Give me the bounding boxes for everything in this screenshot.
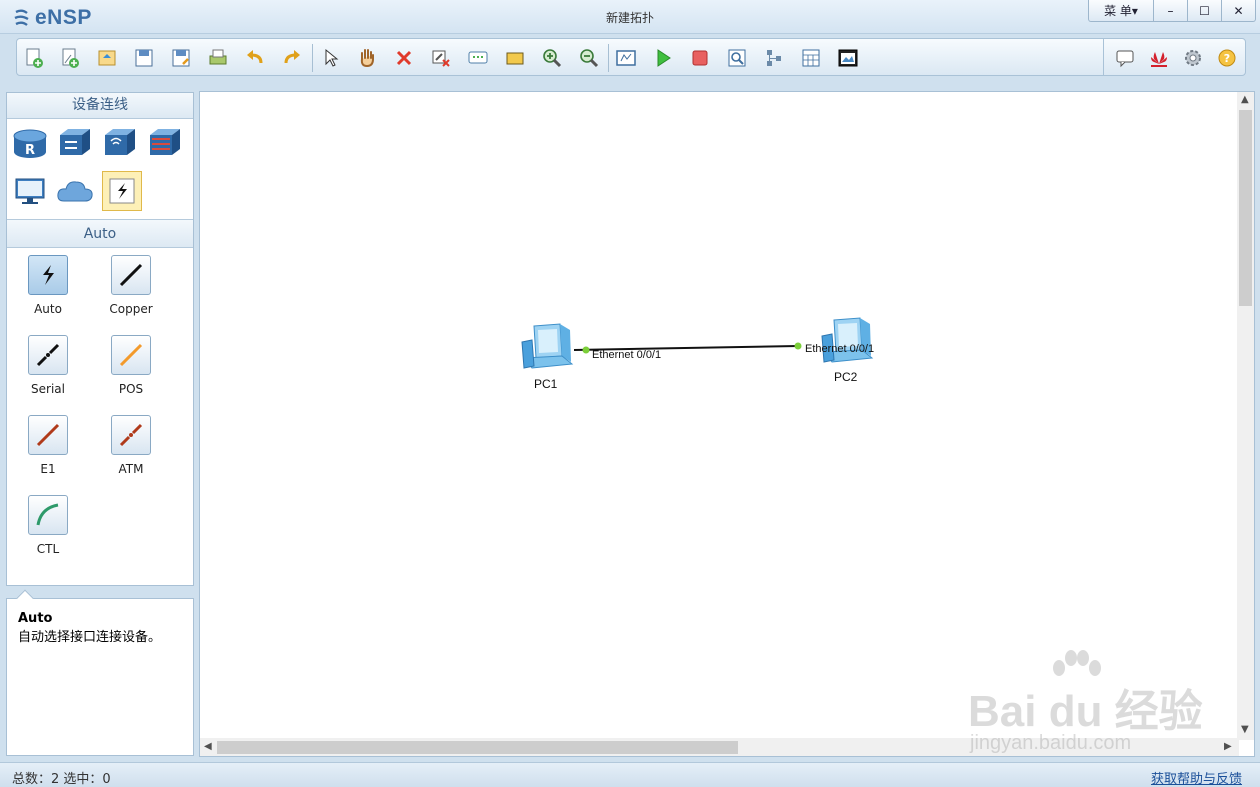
watermark-text: Bai du 经验: [968, 687, 1203, 736]
capture-icon[interactable]: [724, 45, 750, 71]
status-bar: 总数：2 选中：0 获取帮助与反馈: [0, 762, 1260, 787]
cable-label: E1: [40, 462, 56, 476]
scroll-up-icon[interactable]: ▲: [1241, 94, 1249, 105]
new-topology-icon[interactable]: [21, 45, 47, 71]
text-note-icon[interactable]: [465, 45, 491, 71]
e1-cable-icon: [28, 415, 68, 455]
cable-label: POS: [118, 382, 144, 396]
maximize-button[interactable]: ☐: [1188, 0, 1222, 22]
title-bar: eNSP 新建拓扑 菜 单▾ – ☐ ✕: [0, 0, 1260, 34]
select-icon[interactable]: [317, 45, 343, 71]
open-icon[interactable]: [94, 45, 120, 71]
scroll-down-icon[interactable]: ▼: [1241, 724, 1249, 735]
switch-icon[interactable]: [55, 123, 95, 163]
zoom-in-icon[interactable]: [539, 45, 565, 71]
help-feedback-link[interactable]: 获取帮助与反馈: [1151, 768, 1242, 787]
print-icon[interactable]: [205, 45, 231, 71]
fit-view-icon[interactable]: [613, 45, 639, 71]
router-icon[interactable]: R: [10, 123, 50, 163]
delete-link-icon[interactable]: [428, 45, 454, 71]
pc-icon: [821, 317, 874, 363]
watermark-url: jingyan.baidu.com: [970, 732, 1132, 754]
cable-ctl[interactable]: CTL: [13, 495, 83, 556]
wireless-icon[interactable]: [100, 123, 140, 163]
settings-gear-icon[interactable]: [1180, 45, 1206, 71]
description-text: 自动选择接口连接设备。: [18, 630, 162, 645]
cable-e1[interactable]: E1: [13, 415, 83, 476]
new-file-icon[interactable]: [57, 45, 83, 71]
redo-icon[interactable]: [279, 45, 305, 71]
pc-icon: [521, 323, 574, 369]
device-panel-header: 设备连线: [7, 93, 193, 119]
cable-auto[interactable]: Auto: [13, 255, 83, 316]
cable-label: CTL: [36, 542, 60, 556]
grid-icon[interactable]: [798, 45, 824, 71]
pc1-label: PC1: [534, 377, 558, 391]
cable-copper[interactable]: Copper: [96, 255, 166, 316]
ctl-cable-icon: [28, 495, 68, 535]
cloud-icon[interactable]: [55, 171, 95, 211]
delete-icon[interactable]: [391, 45, 417, 71]
pc1-port-label: Ethernet 0/0/1: [592, 349, 662, 361]
right-toolbar: ?: [1103, 39, 1245, 75]
baidu-watermark: Bai du 经验 jingyan.baidu.com: [965, 650, 1205, 760]
chat-icon[interactable]: [1112, 45, 1138, 71]
cable-atm[interactable]: ATM: [96, 415, 166, 476]
pc2-port-label: Ethernet 0/0/1: [805, 343, 875, 355]
cable-label: Copper: [109, 302, 153, 316]
start-device-icon[interactable]: [650, 45, 676, 71]
horizontal-scroll-thumb[interactable]: [217, 741, 738, 754]
vertical-scrollbar[interactable]: ▲ ▼: [1237, 92, 1254, 740]
pc-terminal-icon[interactable]: [10, 171, 50, 211]
pc2-label: PC2: [834, 370, 858, 384]
description-title: Auto: [18, 611, 53, 626]
device-category-grid: R: [7, 119, 193, 220]
cable-section-header: Auto: [7, 220, 193, 248]
scroll-right-icon[interactable]: ▶: [1224, 741, 1232, 752]
link-status-dot: [582, 346, 590, 354]
atm-cable-icon: [111, 415, 151, 455]
serial-cable-icon: [28, 335, 68, 375]
cable-label: ATM: [118, 462, 144, 476]
cable-label: Serial: [31, 382, 65, 396]
pc1-node[interactable]: [520, 322, 576, 377]
help-icon[interactable]: ?: [1214, 45, 1240, 71]
stop-device-icon[interactable]: [687, 45, 713, 71]
minimize-button[interactable]: –: [1154, 0, 1188, 22]
status-count: 总数：2 选中：0: [12, 772, 111, 787]
cable-pos[interactable]: POS: [96, 335, 166, 396]
topology-graph: [573, 342, 802, 354]
copper-cable-icon: [111, 255, 151, 295]
connection-icon[interactable]: [102, 171, 142, 211]
auto-cable-icon: [28, 255, 68, 295]
window-controls: 菜 单▾ – ☐ ✕: [1088, 0, 1256, 22]
cable-label: Auto: [34, 302, 62, 316]
save-icon[interactable]: [131, 45, 157, 71]
cable-serial[interactable]: Serial: [13, 335, 83, 396]
pos-cable-icon: [111, 335, 151, 375]
zoom-out-icon[interactable]: [576, 45, 602, 71]
svg-text:?: ?: [1224, 52, 1230, 65]
menu-button[interactable]: 菜 单▾: [1088, 0, 1154, 22]
undo-icon[interactable]: [242, 45, 268, 71]
close-button[interactable]: ✕: [1222, 0, 1256, 22]
main-toolbar: ?: [16, 38, 1246, 76]
topology-tree-icon[interactable]: [761, 45, 787, 71]
rectangle-icon[interactable]: [502, 45, 528, 71]
link-status-dot: [794, 342, 802, 350]
svg-text:R: R: [25, 143, 35, 158]
save-as-icon[interactable]: [168, 45, 194, 71]
firewall-icon[interactable]: [145, 123, 185, 163]
description-panel: Auto 自动选择接口连接设备。: [6, 589, 194, 756]
window-title: 新建拓扑: [605, 11, 654, 25]
scroll-left-icon[interactable]: ◀: [204, 741, 212, 752]
huawei-logo-icon[interactable]: [1146, 45, 1172, 71]
screenshot-icon[interactable]: [835, 45, 861, 71]
vertical-scroll-thumb[interactable]: [1239, 110, 1252, 306]
device-panel: 设备连线 R Auto Auto Copper Serial POS E1 AT…: [6, 92, 194, 586]
pan-hand-icon[interactable]: [354, 45, 380, 71]
